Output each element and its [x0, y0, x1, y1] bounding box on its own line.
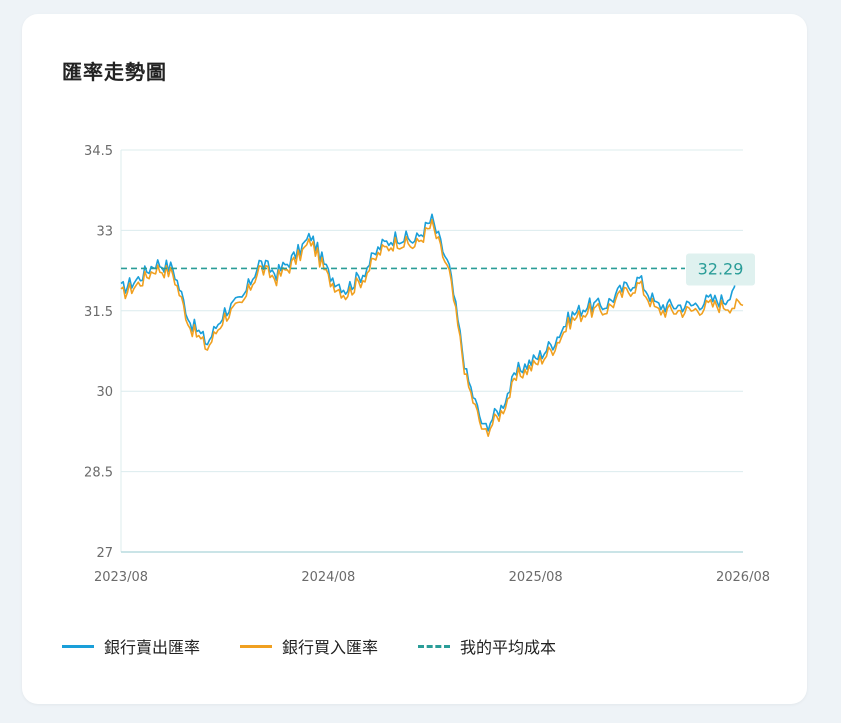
legend-item-cost[interactable]: 我的平均成本 — [418, 634, 556, 658]
legend-item-buy[interactable]: 銀行買入匯率 — [240, 634, 378, 658]
legend-label-buy: 銀行買入匯率 — [282, 638, 379, 657]
y-tick-label: 33 — [96, 224, 113, 239]
buy-rate-swatch — [240, 644, 273, 648]
y-tick-label: 27 — [96, 546, 113, 561]
y-tick-label: 30 — [96, 385, 113, 400]
average-cost-swatch — [418, 644, 451, 648]
chart-legend: 銀行賣出匯率 銀行買入匯率 我的平均成本 — [62, 634, 596, 658]
series-lines — [120, 213, 744, 437]
y-tick-label: 28.5 — [84, 466, 113, 481]
legend-label-cost: 我的平均成本 — [460, 638, 557, 657]
average-cost-label: 32.29 — [686, 253, 755, 286]
grid-lines — [121, 149, 743, 553]
y-tick-label: 34.5 — [84, 144, 113, 159]
x-tick-label: 2025/08 — [509, 570, 563, 585]
x-axis-ticks: 2023/08 2024/08 2025/08 2026/08 — [94, 570, 770, 585]
average-cost-value: 32.29 — [698, 259, 744, 278]
axes — [120, 150, 743, 553]
x-tick-label: 2026/08 — [716, 570, 770, 585]
y-axis-ticks: 34.5 33 31.5 30 28.5 27 — [84, 144, 113, 561]
x-tick-label: 2023/08 — [94, 570, 148, 585]
y-tick-label: 31.5 — [84, 305, 113, 320]
legend-label-sell: 銀行賣出匯率 — [104, 638, 201, 657]
x-tick-label: 2024/08 — [301, 570, 355, 585]
legend-item-sell[interactable]: 銀行賣出匯率 — [62, 634, 200, 658]
exchange-rate-chart: 34.5 33 31.5 30 28.5 27 2023/08 2024/08 2025/08… — [84, 144, 770, 585]
sell-rate-swatch — [62, 644, 94, 648]
series-line-sell — [120, 213, 744, 432]
